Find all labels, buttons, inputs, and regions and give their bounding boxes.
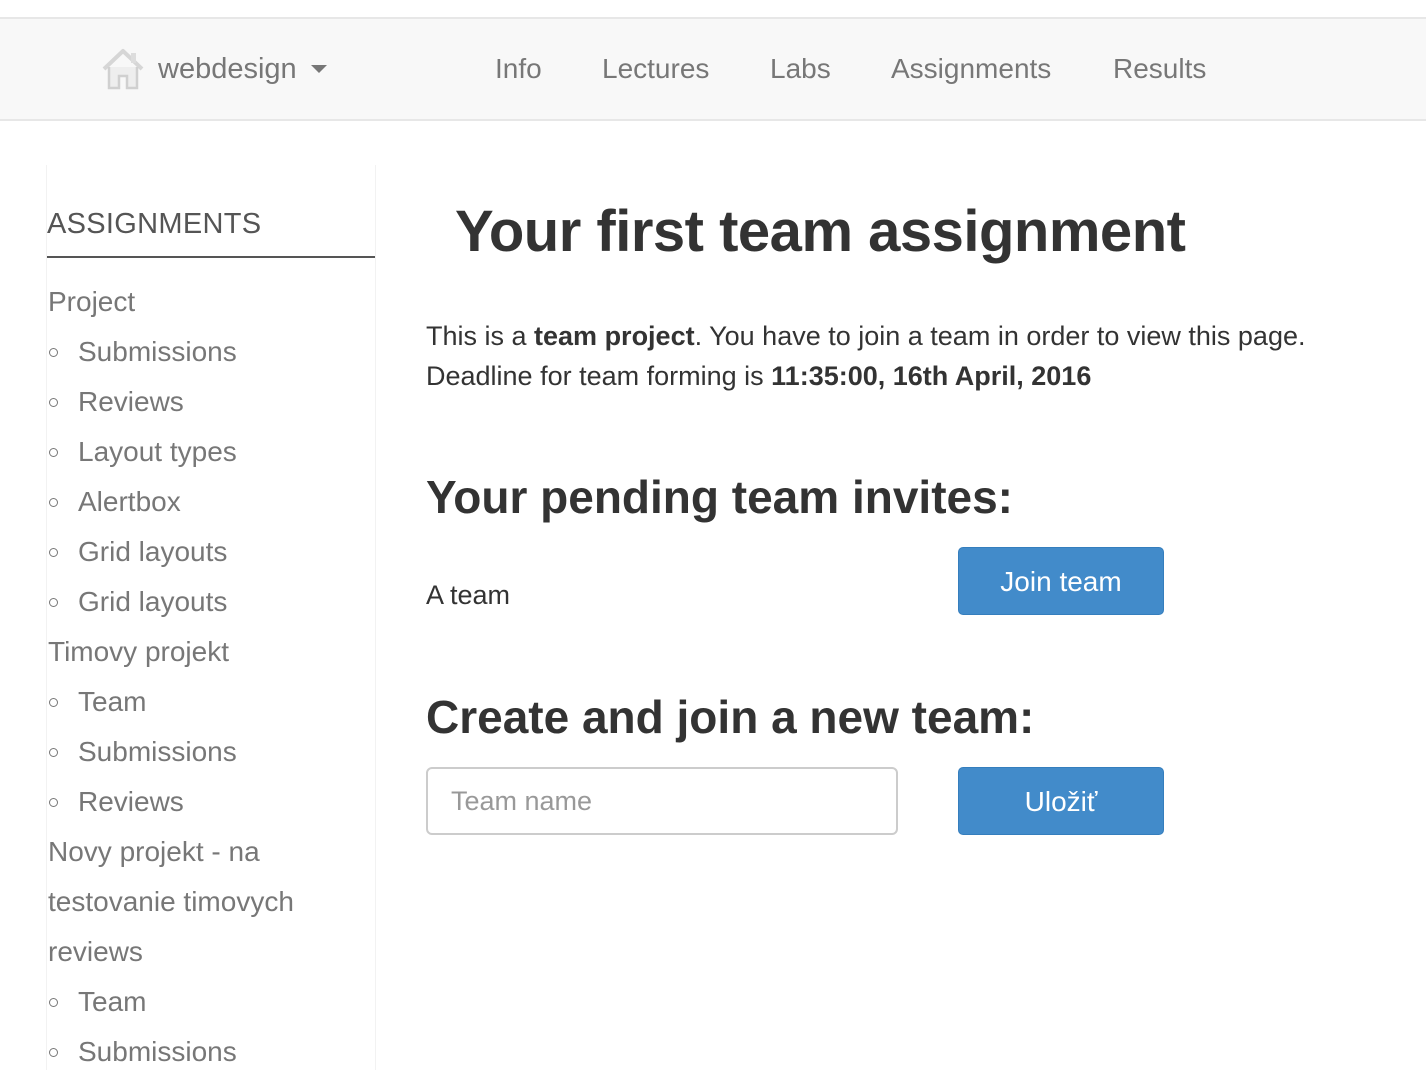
bullet-icon xyxy=(49,348,58,357)
bullet-icon xyxy=(49,498,58,507)
join-team-button[interactable]: Join team xyxy=(958,547,1164,615)
bullet-icon xyxy=(49,548,58,557)
sidebar: ASSIGNMENTS Project Submissions Reviews … xyxy=(46,165,376,1070)
intro-line-1: This is a team project. You have to join… xyxy=(426,316,1386,356)
sidebar-item-label: Submissions xyxy=(78,736,237,767)
intro-text-part: Deadline for team forming is xyxy=(426,361,772,391)
intro-text-part: . You have to join a team in order to vi… xyxy=(694,321,1306,351)
sidebar-group-novy-projekt-line2[interactable]: testovanie timovych xyxy=(47,877,375,927)
save-button[interactable]: Uložiť xyxy=(958,767,1164,835)
bullet-icon xyxy=(49,748,58,757)
brand-label: webdesign xyxy=(158,52,297,85)
sidebar-group-timovy-projekt[interactable]: Timovy projekt xyxy=(47,627,375,677)
sidebar-item-submissions[interactable]: Submissions xyxy=(47,327,375,377)
page-title: Your first team assignment xyxy=(455,199,1186,264)
sidebar-item-label: Team xyxy=(78,986,147,1017)
sidebar-item-reviews[interactable]: Reviews xyxy=(47,377,375,427)
bullet-icon xyxy=(49,1048,58,1057)
team-name-input[interactable] xyxy=(426,767,898,835)
top-navbar: webdesign Info Lectures Labs Assignments… xyxy=(0,17,1426,121)
nav-item-info[interactable]: Info xyxy=(495,19,542,119)
sidebar-item-grid-layouts[interactable]: Grid layouts xyxy=(47,527,375,577)
home-icon xyxy=(102,49,144,90)
sidebar-item-reviews[interactable]: Reviews xyxy=(47,777,375,827)
bullet-icon xyxy=(49,598,58,607)
intro-bold-team-project: team project xyxy=(534,321,695,351)
sidebar-item-layout-types[interactable]: Layout types xyxy=(47,427,375,477)
sidebar-item-label: Grid layouts xyxy=(78,536,228,567)
sidebar-item-label: Reviews xyxy=(78,786,184,817)
bullet-icon xyxy=(49,448,58,457)
caret-down-icon xyxy=(310,65,327,73)
sidebar-item-label: Reviews xyxy=(78,386,184,417)
nav-item-assignments[interactable]: Assignments xyxy=(891,19,1051,119)
sidebar-item-label: Grid layouts xyxy=(78,586,228,617)
intro-line-2: Deadline for team forming is 11:35:00, 1… xyxy=(426,356,1386,396)
sidebar-group-novy-projekt-line1[interactable]: Novy projekt - na xyxy=(47,827,375,877)
sidebar-group-novy-projekt-line3[interactable]: reviews xyxy=(47,927,375,977)
bullet-icon xyxy=(49,698,58,707)
pending-invites-heading: Your pending team invites: xyxy=(426,471,1013,523)
sidebar-title: ASSIGNMENTS xyxy=(47,205,375,258)
nav-item-labs[interactable]: Labs xyxy=(770,19,831,119)
brand-dropdown[interactable]: webdesign xyxy=(100,19,327,119)
intro-text-part: This is a xyxy=(426,321,535,351)
sidebar-item-team[interactable]: Team xyxy=(47,677,375,727)
sidebar-item-label: Submissions xyxy=(78,336,237,367)
sidebar-item-label: Team xyxy=(78,686,147,717)
sidebar-group-project[interactable]: Project xyxy=(47,277,375,327)
sidebar-item-grid-layouts-2[interactable]: Grid layouts xyxy=(47,577,375,627)
sidebar-item-label: Submissions xyxy=(78,1036,237,1067)
sidebar-item-team[interactable]: Team xyxy=(47,977,375,1027)
sidebar-item-submissions[interactable]: Submissions xyxy=(47,727,375,777)
deadline-value: 11:35:00, 16th April, 2016 xyxy=(771,361,1092,391)
create-team-heading: Create and join a new team: xyxy=(426,691,1035,743)
sidebar-item-label: Alertbox xyxy=(78,486,181,517)
pending-team-name: A team xyxy=(426,580,511,610)
sidebar-item-label: Layout types xyxy=(78,436,237,467)
bullet-icon xyxy=(49,398,58,407)
nav-item-results[interactable]: Results xyxy=(1113,19,1206,119)
nav-item-lectures[interactable]: Lectures xyxy=(602,19,709,119)
intro-text: This is a team project. You have to join… xyxy=(426,316,1386,396)
sidebar-list: Project Submissions Reviews Layout types… xyxy=(47,277,375,1077)
bullet-icon xyxy=(49,998,58,1007)
bullet-icon xyxy=(49,798,58,807)
sidebar-item-alertbox[interactable]: Alertbox xyxy=(47,477,375,527)
